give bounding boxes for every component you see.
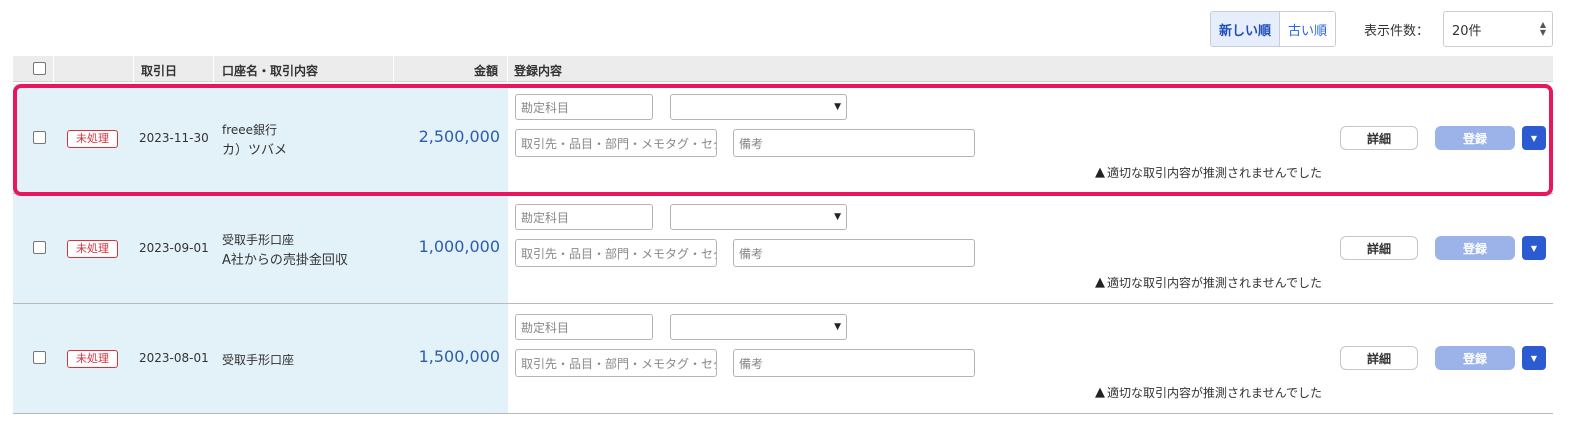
warning-text: 適切な取引内容が推測されませんでした [1107, 386, 1323, 400]
guess-warning: ▲ 適切な取引内容が推測されませんでした [1095, 274, 1322, 291]
header-amount: 金額 [474, 64, 499, 78]
partner-tag-placeholder: 取引先・品目・部門・メモタグ・セグメント [521, 356, 716, 371]
memo-input[interactable]: 備考 [733, 349, 975, 377]
chevron-down-icon: ▼ [834, 212, 841, 222]
account-name: 受取手形口座 [222, 233, 295, 247]
sort-oldest-button[interactable]: 古い順 [1280, 12, 1336, 46]
warning-text: 適切な取引内容が推測されませんでした [1107, 166, 1323, 180]
warning-icon: ▲ [1095, 275, 1105, 290]
display-count-label: 表示件数： [1364, 24, 1430, 39]
guess-warning: ▲ 適切な取引内容が推測されませんでした [1095, 384, 1322, 401]
display-count-select[interactable]: 20件 ▲ ▼ [1443, 11, 1553, 47]
table-row: 未処理 2023-11-30 freee銀行 カ）ツバメ 2,500,000 勘… [13, 84, 1553, 194]
partner-tag-input[interactable]: 取引先・品目・部門・メモタグ・セグメント [515, 239, 717, 267]
partner-tag-placeholder: 取引先・品目・部門・メモタグ・セグメント [521, 136, 716, 151]
chevron-down-icon: ▼ [834, 102, 841, 112]
tax-select[interactable]: ▼ [670, 94, 847, 120]
select-all-checkbox[interactable] [33, 62, 46, 75]
select-arrows-icon: ▲ ▼ [1539, 20, 1546, 37]
amount: 1,000,000 [418, 237, 500, 256]
row-checkbox[interactable] [33, 241, 46, 254]
account-item-input[interactable]: 勘定科目 [515, 204, 653, 230]
caret-down-icon: ▼ [1530, 243, 1538, 253]
caret-down-icon: ▼ [1530, 353, 1538, 363]
tax-select[interactable]: ▼ [670, 204, 847, 230]
transaction-description: カ）ツバメ [222, 143, 288, 158]
memo-input[interactable]: 備考 [733, 239, 975, 267]
account-item-input[interactable]: 勘定科目 [515, 314, 653, 340]
register-button[interactable]: 登録 [1435, 346, 1515, 370]
sort-toggle: 新しい順 古い順 [1210, 11, 1337, 47]
table-row: 未処理 2023-08-01 受取手形口座 1,500,000 勘定科目 ▼ 取… [13, 304, 1553, 414]
detail-button[interactable]: 詳細 [1340, 236, 1418, 260]
account-item-placeholder: 勘定科目 [521, 210, 570, 225]
table-header: 取引日 口座名・取引内容 金額 登録内容 [13, 56, 1553, 82]
guess-warning: ▲ 適切な取引内容が推測されませんでした [1095, 164, 1322, 181]
table-row: 未処理 2023-09-01 受取手形口座 A社からの売掛金回収 1,000,0… [13, 194, 1553, 304]
transaction-date: 2023-11-30 [139, 131, 209, 145]
header-registration: 登録内容 [514, 64, 563, 78]
register-button[interactable]: 登録 [1435, 236, 1515, 260]
register-button[interactable]: 登録 [1435, 126, 1515, 150]
transaction-date: 2023-08-01 [139, 351, 209, 365]
partner-tag-input[interactable]: 取引先・品目・部門・メモタグ・セグメント [515, 129, 717, 157]
memo-input[interactable]: 備考 [733, 129, 975, 157]
partner-tag-placeholder: 取引先・品目・部門・メモタグ・セグメント [521, 246, 716, 261]
memo-placeholder: 備考 [739, 356, 764, 371]
more-options-button[interactable]: ▼ [1522, 346, 1546, 370]
detail-button[interactable]: 詳細 [1340, 346, 1418, 370]
display-count-value: 20件 [1452, 23, 1482, 39]
account-item-placeholder: 勘定科目 [521, 100, 570, 115]
header-account: 口座名・取引内容 [222, 64, 319, 78]
status-badge: 未処理 [67, 350, 118, 368]
account-name: 受取手形口座 [222, 353, 295, 367]
row-checkbox[interactable] [33, 351, 46, 364]
status-badge: 未処理 [67, 240, 118, 258]
account-name: freee銀行 [222, 123, 278, 137]
warning-icon: ▲ [1095, 165, 1105, 180]
status-badge: 未処理 [67, 130, 118, 148]
transaction-date: 2023-09-01 [139, 241, 209, 255]
account-item-input[interactable]: 勘定科目 [515, 94, 653, 120]
detail-button[interactable]: 詳細 [1340, 126, 1418, 150]
partner-tag-input[interactable]: 取引先・品目・部門・メモタグ・セグメント [515, 349, 717, 377]
amount: 2,500,000 [418, 127, 500, 146]
chevron-down-icon: ▼ [834, 322, 841, 332]
warning-text: 適切な取引内容が推測されませんでした [1107, 276, 1323, 290]
more-options-button[interactable]: ▼ [1522, 236, 1546, 260]
transaction-description: A社からの売掛金回収 [222, 253, 348, 268]
memo-placeholder: 備考 [739, 246, 764, 261]
account-item-placeholder: 勘定科目 [521, 320, 570, 335]
memo-placeholder: 備考 [739, 136, 764, 151]
sort-newest-button[interactable]: 新しい順 [1211, 12, 1281, 46]
caret-down-icon: ▼ [1530, 133, 1538, 143]
more-options-button[interactable]: ▼ [1522, 126, 1546, 150]
tax-select[interactable]: ▼ [670, 314, 847, 340]
amount: 1,500,000 [418, 347, 500, 366]
warning-icon: ▲ [1095, 385, 1105, 400]
row-checkbox[interactable] [33, 131, 46, 144]
header-date: 取引日 [141, 64, 178, 78]
